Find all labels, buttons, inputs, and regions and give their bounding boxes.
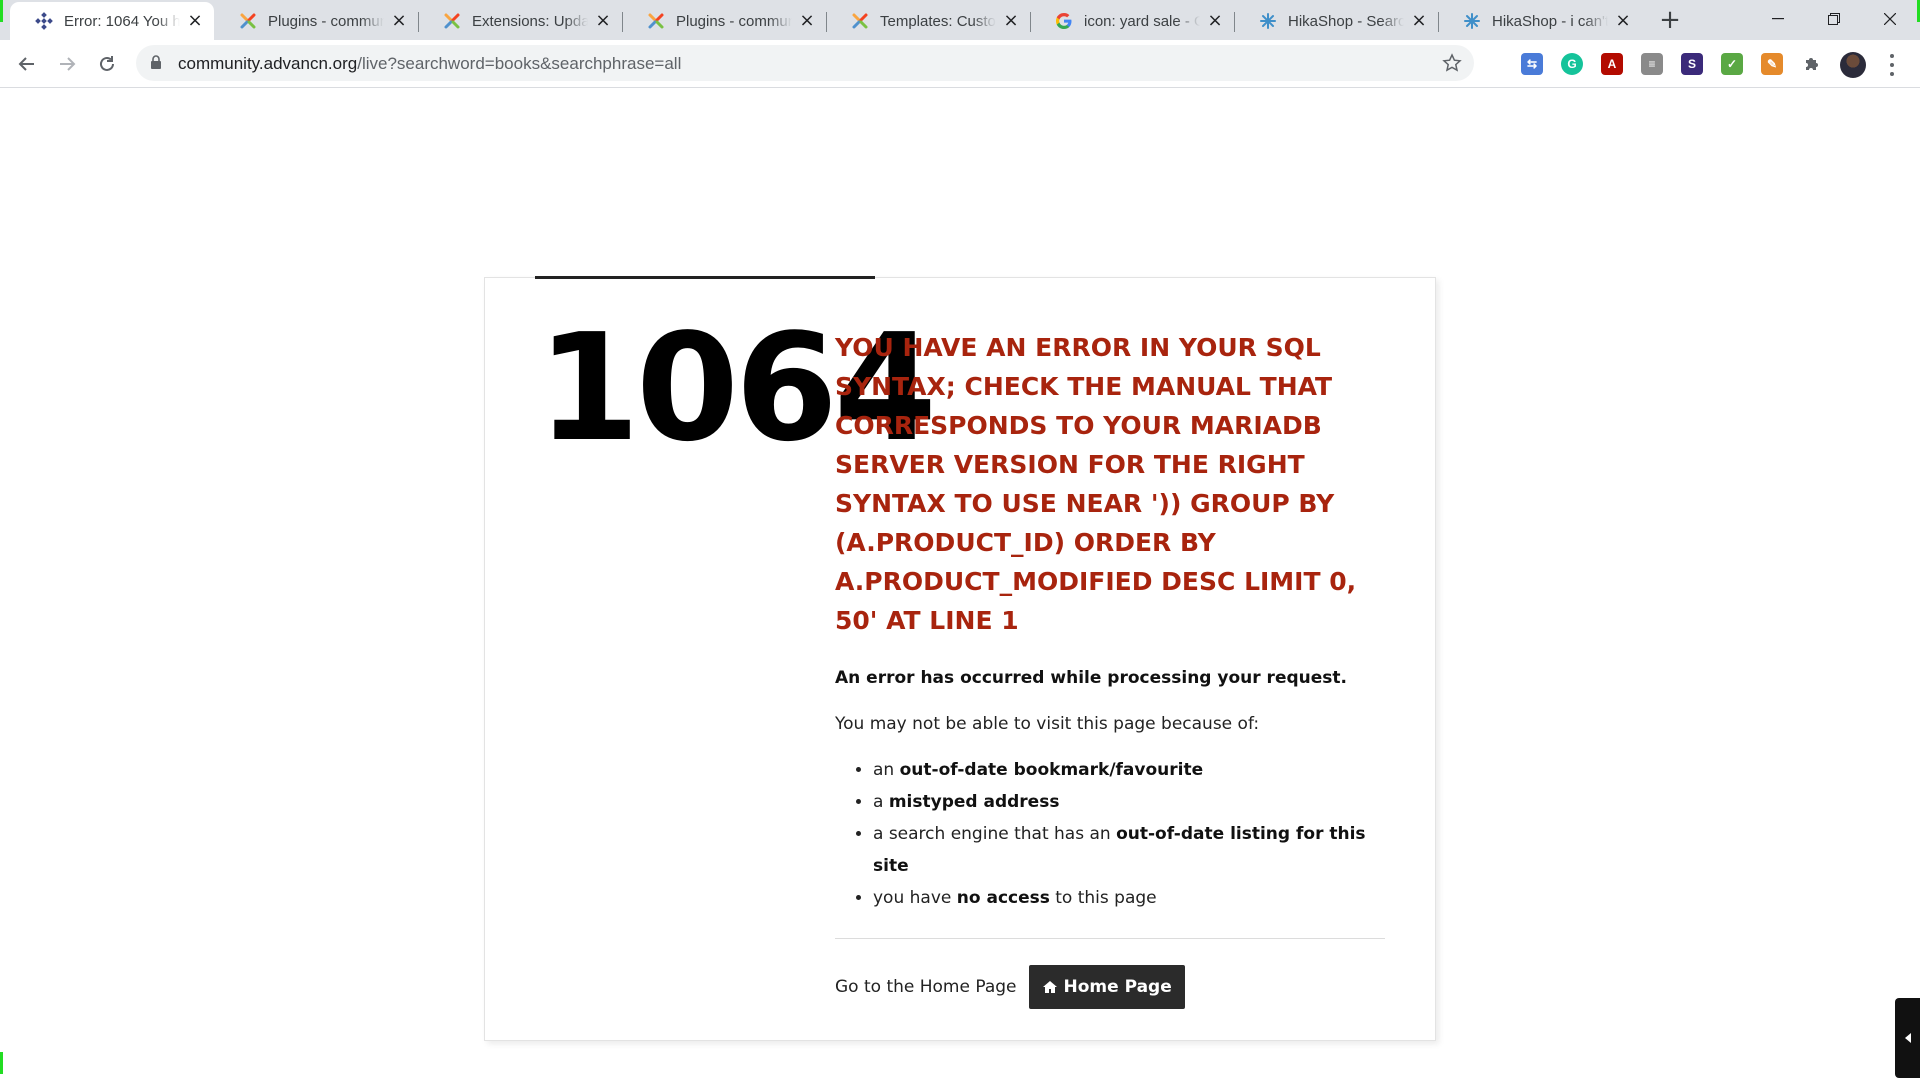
- url-text[interactable]: community.advancn.org/live?searchword=bo…: [178, 54, 681, 74]
- error-content: You have an error in your SQL syntax; ch…: [835, 328, 1395, 1009]
- profile-avatar[interactable]: [1840, 52, 1866, 78]
- hikashop-icon: [1258, 11, 1278, 31]
- close-icon[interactable]: ×: [798, 12, 816, 30]
- arrow-left-icon: [18, 57, 34, 71]
- close-icon[interactable]: ×: [186, 12, 204, 30]
- url-path: /live?searchword=books&searchphrase=all: [357, 54, 682, 73]
- acrobat-icon[interactable]: A: [1601, 53, 1623, 75]
- tab-title: Plugins - commun: [268, 12, 384, 30]
- home-row: Go to the Home Page Home Page: [835, 965, 1395, 1009]
- joomla-icon: [646, 11, 666, 31]
- tab-title: Error: 1064 You ha: [64, 12, 180, 30]
- list-item: a mistyped address: [873, 786, 1395, 818]
- tab-extensions-update[interactable]: Extensions: Update ×: [418, 2, 622, 40]
- lock-icon[interactable]: [150, 55, 162, 70]
- reason-intro: You may not be able to visit this page b…: [835, 714, 1260, 734]
- joomla-icon: [34, 11, 54, 31]
- minimize-button[interactable]: [1750, 0, 1806, 38]
- error-message: You have an error in your SQL syntax; ch…: [835, 333, 1357, 635]
- chevron-left-icon: [1904, 1033, 1911, 1043]
- home-button-label: Home Page: [1063, 977, 1172, 997]
- grammarly-icon[interactable]: G: [1561, 53, 1583, 75]
- joomla-icon: [442, 11, 462, 31]
- tab-hikashop-search[interactable]: HikaShop - Search ×: [1234, 2, 1438, 40]
- stylus-icon[interactable]: S: [1681, 53, 1703, 75]
- tab-title: Plugins - commun: [676, 12, 792, 30]
- restore-button[interactable]: [1806, 0, 1862, 38]
- tab-plugins-2[interactable]: Plugins - commun ×: [622, 2, 826, 40]
- bookmark-star-icon[interactable]: [1442, 53, 1462, 73]
- joomla-icon: [238, 11, 258, 31]
- google-icon: [1054, 11, 1074, 31]
- extensions-puzzle-icon[interactable]: [1801, 53, 1823, 75]
- close-icon[interactable]: ×: [1206, 12, 1224, 30]
- list-item: an out-of-date bookmark/favourite: [873, 754, 1395, 786]
- abp-icon[interactable]: ✓: [1721, 53, 1743, 75]
- restore-icon: [1828, 13, 1840, 25]
- reload-button[interactable]: [93, 50, 121, 78]
- error-card: 1064 You have an error in your SQL synta…: [484, 276, 1436, 1041]
- tab-title: Extensions: Update: [472, 12, 588, 30]
- browser-toolbar: community.advancn.org/live?searchword=bo…: [0, 40, 1920, 88]
- new-tab-button[interactable]: +: [1656, 7, 1684, 35]
- address-bar[interactable]: community.advancn.org/live?searchword=bo…: [136, 45, 1474, 81]
- close-icon[interactable]: ×: [1002, 12, 1020, 30]
- corner-marker: [0, 1052, 3, 1074]
- list-item: a search engine that has an out-of-date …: [873, 818, 1395, 882]
- back-button[interactable]: [13, 50, 41, 78]
- tab-title: HikaShop - Search: [1288, 12, 1404, 30]
- forward-button[interactable]: [53, 50, 81, 78]
- home-page-button[interactable]: Home Page: [1028, 965, 1185, 1009]
- tab-title: icon: yard sale - Go: [1084, 12, 1200, 30]
- corner-marker: [0, 0, 3, 22]
- divider: [835, 938, 1385, 939]
- reasons-list: an out-of-date bookmark/favourite a mist…: [835, 754, 1395, 914]
- close-icon[interactable]: ×: [1614, 12, 1632, 30]
- joomla-icon: [850, 11, 870, 31]
- color-picker-icon[interactable]: ✎: [1761, 53, 1783, 75]
- tab-title: HikaShop - i can't: [1492, 12, 1608, 30]
- close-window-icon: [1884, 13, 1896, 25]
- minimize-icon: [1772, 18, 1784, 20]
- tab-error-1064[interactable]: Error: 1064 You ha ×: [10, 2, 214, 40]
- reload-icon: [100, 56, 114, 71]
- reader-icon[interactable]: ≡: [1641, 53, 1663, 75]
- side-panel-handle[interactable]: [1895, 998, 1920, 1078]
- browser-menu-button[interactable]: [1884, 52, 1900, 78]
- card-accent-bar: [535, 276, 875, 279]
- close-icon[interactable]: ×: [390, 12, 408, 30]
- tab-google-search[interactable]: icon: yard sale - Go ×: [1030, 2, 1234, 40]
- home-icon: [1042, 980, 1058, 994]
- home-prompt: Go to the Home Page: [835, 977, 1017, 997]
- arrow-right-icon: [60, 57, 76, 71]
- close-icon[interactable]: ×: [594, 12, 612, 30]
- error-lead: An error has occurred while processing y…: [835, 668, 1347, 688]
- tab-plugins[interactable]: Plugins - commun ×: [214, 2, 418, 40]
- tab-strip: Error: 1064 You ha × Plugins - commun × …: [0, 0, 1920, 40]
- tab-hikashop-cant[interactable]: HikaShop - i can't ×: [1438, 2, 1642, 40]
- tab-title: Templates: Custom: [880, 12, 996, 30]
- list-item: you have no access to this page: [873, 882, 1395, 914]
- close-window-button[interactable]: [1862, 0, 1918, 38]
- close-icon[interactable]: ×: [1410, 12, 1428, 30]
- tab-templates[interactable]: Templates: Custom ×: [826, 2, 1030, 40]
- hikashop-icon: [1462, 11, 1482, 31]
- url-host: community.advancn.org: [178, 54, 358, 73]
- translate-extension-icon[interactable]: ⇆: [1521, 53, 1543, 75]
